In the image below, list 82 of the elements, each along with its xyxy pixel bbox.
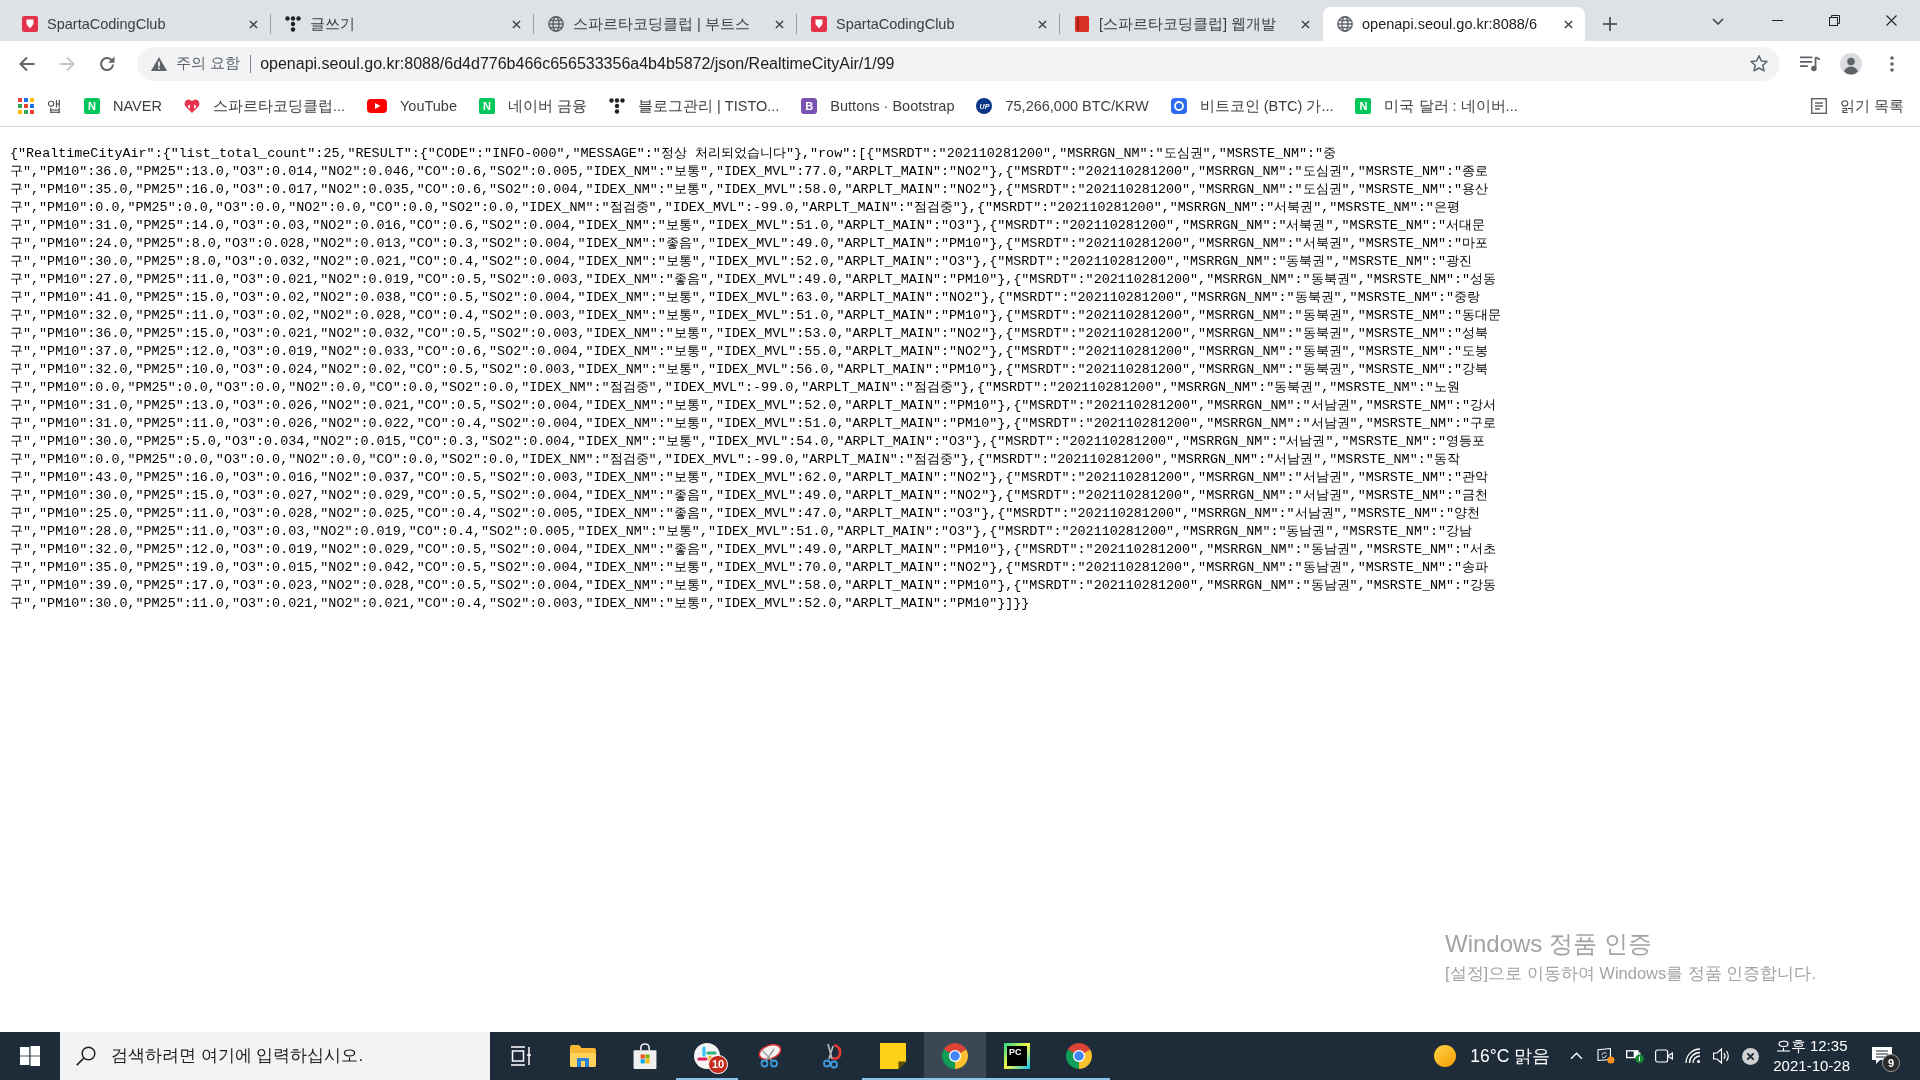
window-dot-icon bbox=[1596, 1048, 1615, 1064]
close-icon bbox=[1300, 19, 1310, 29]
bookmark-item[interactable]: 블로그관리 | TISTO... bbox=[601, 92, 788, 120]
bookmark-item[interactable]: 비트코인 (BTC) 가... bbox=[1162, 92, 1342, 120]
dots-icon bbox=[285, 16, 301, 32]
bookmark-item[interactable]: B Buttons · Bootstrap bbox=[793, 92, 963, 120]
more-icon bbox=[1890, 55, 1894, 72]
restore-icon bbox=[1829, 15, 1840, 26]
scissors-icon bbox=[756, 1043, 782, 1069]
browser-tab[interactable]: SpartaCodingClub bbox=[797, 7, 1059, 41]
globe-icon bbox=[548, 16, 564, 32]
unread-count-badge: 10 bbox=[708, 1055, 729, 1074]
close-icon bbox=[774, 19, 784, 29]
browser-tab[interactable]: 스파르타코딩클럽 | 부트스 bbox=[534, 7, 796, 41]
sun-icon bbox=[1434, 1045, 1457, 1067]
close-icon bbox=[1037, 19, 1047, 29]
notification-count-badge: 9 bbox=[1882, 1054, 1900, 1072]
notifications-button[interactable]: 9 bbox=[1858, 1032, 1906, 1080]
bookmark-item[interactable]: 앱 bbox=[10, 92, 70, 120]
book-icon bbox=[1074, 16, 1090, 32]
segmented-circle-icon bbox=[942, 1043, 968, 1069]
taskbar-app-button[interactable]: 10 bbox=[676, 1032, 738, 1080]
ring-tile-icon bbox=[1170, 98, 1187, 114]
segmented-circle-icon bbox=[1066, 1043, 1092, 1069]
reading-list-button[interactable]: 읽기 목록 bbox=[1802, 92, 1912, 120]
plus-icon bbox=[1603, 17, 1617, 31]
playlist-icon bbox=[1800, 55, 1820, 72]
letter-tile-icon: N bbox=[84, 98, 100, 114]
bookmark-item[interactable]: N 미국 달러 : 네이버... bbox=[1347, 92, 1526, 120]
bookmark-item[interactable]: 스파르타코딩클럽... bbox=[175, 92, 353, 120]
bookmark-item[interactable]: YouTube bbox=[359, 92, 465, 120]
activation-title: Windows 정품 인증 bbox=[1445, 929, 1652, 959]
browser-tab[interactable]: openapi.seoul.go.kr:8088/6 bbox=[1323, 7, 1585, 41]
letter-tile-icon: N bbox=[478, 98, 495, 114]
close-icon bbox=[1886, 15, 1897, 26]
folder-icon bbox=[570, 1043, 596, 1069]
sticky-note-icon bbox=[880, 1043, 906, 1069]
left-arrow-icon bbox=[19, 55, 35, 72]
dots-icon bbox=[609, 98, 625, 114]
battery-icon bbox=[1625, 1048, 1644, 1064]
reload-icon bbox=[99, 55, 115, 72]
browser-tab[interactable]: 글쓰기 bbox=[271, 7, 533, 41]
close-icon bbox=[1563, 19, 1573, 29]
x-circle-icon bbox=[1742, 1047, 1760, 1065]
shopping-bag-icon bbox=[632, 1043, 658, 1069]
search-field[interactable]: 검색하려면 여기에 입력하십시오. bbox=[60, 1032, 490, 1080]
heart-icon bbox=[183, 98, 200, 114]
minimize-icon bbox=[1772, 20, 1783, 21]
shield-tile-icon bbox=[22, 16, 38, 32]
weather-button[interactable]: 16°C 맑음 bbox=[1422, 1032, 1563, 1080]
globe-icon bbox=[1337, 16, 1353, 32]
avatar-icon bbox=[1840, 52, 1862, 75]
shield-tile-icon bbox=[811, 16, 827, 32]
letter-tile-icon: N bbox=[1355, 98, 1372, 114]
warning-icon bbox=[151, 56, 167, 71]
taskbar-app-button[interactable] bbox=[924, 1032, 986, 1080]
task-view-icon bbox=[510, 1046, 532, 1066]
four-squares-icon bbox=[20, 1046, 40, 1066]
activation-message: [설정]으로 이동하여 Windows를 정품 인증합니다. bbox=[1445, 963, 1817, 984]
letter-tile-icon: PC bbox=[1004, 1043, 1030, 1069]
letter-tile-icon: B bbox=[801, 98, 818, 114]
chevron-down-icon bbox=[1712, 17, 1724, 25]
address-bar[interactable]: 주의 요함 openapi.seoul.go.kr:8088/6d4d776b466c656533356a4b4b5872/json/RealtimeCityAir/1/99 bbox=[137, 46, 1780, 81]
video-camera-icon bbox=[1654, 1048, 1673, 1064]
play-icon bbox=[367, 99, 387, 113]
close-icon bbox=[511, 19, 521, 29]
list-icon bbox=[1810, 98, 1827, 114]
bookmark-item[interactable]: N NAVER bbox=[76, 92, 170, 120]
wifi-icon bbox=[1683, 1048, 1702, 1064]
speaker-icon bbox=[1712, 1048, 1731, 1064]
json-response-text: {"RealtimeCityAir":{"list_total_count":25,"RESULT":{"CODE":"INFO-000","MESSAGE":"정상 처리되었습니다"},"row":[{"MSRDT":"202110281200","MSRRGN_NM":"도심권","MSRSTE_NM":"중 구","PM10":36.0,"PM25":13.0,"O3":0.014,"NO2":0.046,"CO":0.6,"SO2":0.005,"IDEX_NM":"보통","IDEX_MVL":77.0,"ARPLT_MAIN":"NO2"},{"MSRDT":"202110281200","MSRRGN_NM":"도심권","MSRSTE_NM":"종로 구","PM10":35.0,"PM25":16.0,"O3":0.017,"NO2":0.035,"CO":0.6,"SO2":0.004,"IDEX_NM":"보통","IDEX_MVL":58.0,"ARPLT_MAIN":"NO2"},{"MSRDT":"202110281200","MSRRGN_NM":"도심권","MSRSTE_NM":"용산 구","PM10":0.0,"PM25":0.0,"O3":0.0,"NO2":0.0,"CO":0.0,"SO2":0.0,"IDEX_NM":"점검중","IDEX_MVL":-99.0,"ARPLT_MAIN":"점검중"},{"MSRDT":"202110281200","MSRRGN_NM":"서북권","MSRSTE_NM":"은평 구","PM10":31.0,"PM25":14.0,"O3":0.03,"NO2":0.016,"CO":0.6,"SO2":0.004,"IDEX_NM":"보통","IDEX_MVL":51.0,"ARPLT_MAIN":"O3"},{"MSRDT":"202110281200","MSRRGN_NM":"서북권","MSRSTE_NM":"서대문 구","PM10":24.0,"PM25":8.0,"O3":0.028,"NO2":0.013,"CO":0.3,"SO2":0.004,"IDEX_NM":"좋음","IDEX_MVL":49.0,"ARPLT_MAIN":"PM10"},{"MSRDT":"202110281200","MSRRGN_NM":"서북권","MSRSTE_NM":"마포 구","PM10":30.0,"PM25":8.0,"O3":0.032,"NO2":0.021,"CO":0.4,"SO2":0.004,"IDEX_NM":"보통","IDEX_MVL":52.0,"ARPLT_MAIN":"O3"},{"MSRDT":"202110281200","MSRRGN_NM":"동북권","MSRSTE_NM":"광진 구","PM10":27.0,"PM25":11.0,"O3":0.021,"NO2":0.019,"CO":0.5,"SO2":0.003,"IDEX_NM":"좋음","IDEX_MVL":49.0,"ARPLT_MAIN":"PM10"},{"MSRDT":"202110281200","MSRRGN_NM":"동북권","MSRSTE_NM":"성동 구","PM10":41.0,"PM25":15.0,"O3":0.02,"NO2":0.038,"CO":0.5,"SO2":0.004,"IDEX_NM":"보통","IDEX_MVL":63.0,"ARPLT_MAIN":"NO2"},{"MSRDT":"202110281200","MSRRGN_NM":"동북권","MSRSTE_NM":"중랑 구","PM10":32.0,"PM25":11.0,"O3":0.02,"NO2":0.028,"CO":0.4,"SO2":0.003,"IDEX_NM":"보통","IDEX_MVL":51.0,"ARPLT_MAIN":"PM10"},{"MSRDT":"202110281200","MSRRGN_NM":"동북권","MSRSTE_NM":"동대문 구","PM10":36.0,"PM25":15.0,"O3":0.021,"NO2":0.032,"CO":0.5,"SO2":0.003,"IDEX_NM":"보통","IDEX_MVL":53.0,"ARPLT_MAIN":"NO2"},{"MSRDT":"202110281200","MSRRGN_NM":"동북권","MSRSTE_NM":"성북 구","PM10":37.0,"PM25":12.0,"O3":0.019,"NO2":0.033,"CO":0.6,"SO2":0.004,"IDEX_NM":"보통","IDEX_MVL":55.0,"ARPLT_MAIN":"NO2"},{"MSRDT":"202110281200","MSRRGN_NM":"동북권","MSRSTE_NM":"도봉 구","PM10":32.0,"PM25":10.0,"O3":0.024,"NO2":0.02,"CO":0.5,"SO2":0.003,"IDEX_NM":"보통","IDEX_MVL":56.0,"ARPLT_MAIN":"PM10"},{"MSRDT":"202110281200","MSRRGN_NM":"동북권","MSRSTE_NM":"강북 구","PM10":0.0,"PM25":0.0,"O3":0.0,"NO2":0.0,"CO":0.0,"SO2":0.0,"IDEX_NM":"점검중","IDEX_MVL":-99.0,"ARPLT_MAIN":"점검중"},{"MSRDT":"202110281200","MSRRGN_NM":"동북권","MSRSTE_NM":"노원 구","PM10":31.0,"PM25":13.0,"O3":0.026,"NO2":0.021,"CO":0.5,"SO2":0.004,"IDEX_NM":"보통","IDEX_MVL":52.0,"ARPLT_MAIN":"PM10"},{"MSRDT":"202110281200","MSRRGN_NM":"서남권","MSRSTE_NM":"강서 구","PM10":31.0,"PM25":11.0,"O3":0.026,"NO2":0.022,"CO":0.4,"SO2":0.004,"IDEX_NM":"보통","IDEX_MVL":51.0,"ARPLT_MAIN":"PM10"},{"MSRDT":"202110281200","MSRRGN_NM":"서남권","MSRSTE_NM":"구로 구","PM10":30.0,"PM25":5.0,"O3":0.034,"NO2":0.015,"CO":0.3,"SO2":0.004,"IDEX_NM":"보통","IDEX_MVL":54.0,"ARPLT_MAIN":"O3"},{"MSRDT":"202110281200","MSRRGN_NM":"서남권","MSRSTE_NM":"영등포 구","PM10":0.0,"PM25":0.0,"O3":0.0,"NO2":0.0,"CO":0.0,"SO2":0.0,"IDEX_NM":"점검중","IDEX_MVL":-99.0,"ARPLT_MAIN":"점검중"},{"MSRDT":"202110281200","MSRRGN_NM":"서남권","MSRSTE_NM":"동작 구","PM10":43.0,"PM25":16.0,"O3":0.016,"NO2":0.037,"CO":0.5,"SO2":0.003,"IDEX_NM":"보통","IDEX_MVL":62.0,"ARPLT_MAIN":"NO2"},{"MSRDT":"202110281200","MSRRGN_NM":"서남권","MSRSTE_NM":"관악 구","PM10":30.0,"PM25":15.0,"O3":0.027,"NO2":0.029,"CO":0.5,"SO2":0.004,"IDEX_NM":"좋음","IDEX_MVL":49.0,"ARPLT_MAIN":"NO2"},{"MSRDT":"202110281200","MSRRGN_NM":"서남권","MSRSTE_NM":"금천 구","PM10":25.0,"PM25":11.0,"O3":0.028,"NO2":0.025,"CO":0.4,"SO2":0.005,"IDEX_NM":"좋음","IDEX_MVL":47.0,"ARPLT_MAIN":"O3"},{"MSRDT":"202110281200","MSRRGN_NM":"서남권","MSRSTE_NM":"양천 구","PM10":28.0,"PM25":11.0,"O3":0.03,"NO2":0.019,"CO":0.4,"SO2":0.005,"IDEX_NM":"보통","IDEX_MVL":51.0,"ARPLT_MAIN":"O3"},{"MSRDT":"202110281200","MSRRGN_NM":"동남권","MSRSTE_NM":"강남 구","PM10":32.0,"PM25":12.0,"O3":0.019,"NO2":0.029,"CO":0.5,"SO2":0.004,"IDEX_NM":"좋음","IDEX_MVL":49.0,"ARPLT_MAIN":"PM10"},{"MSRDT":"202110281200","MSRRGN_NM":"동남권","MSRSTE_NM":"서초 구","PM10":35.0,"PM25":19.0,"O3":0.015,"NO2":0.042,"CO":0.5,"SO2":0.004,"IDEX_NM":"보통","IDEX_MVL":70.0,"ARPLT_MAIN":"NO2"},{"MSRDT":"202110281200","MSRRGN_NM":"동남권","MSRSTE_NM":"송파 구","PM10":39.0,"PM25":17.0,"O3":0.023,"NO2":0.028,"CO":0.5,"SO2":0.004,"IDEX_NM":"보통","IDEX_MVL":58.0,"ARPLT_MAIN":"PM10"},{"MSRDT":"202110281200","MSRRGN_NM":"동남권","MSRSTE_NM":"강동 구","PM10":30.0,"PM25":11.0,"O3":0.021,"NO2":0.021,"CO":0.4,"SO2":0.003,"IDEX_NM":"보통","IDEX_MVL":52.0,"ARPLT_MAIN":"PM10"}]}} bbox=[10, 145, 1502, 613]
clock-button[interactable]: 오후 12:35 2021-10-28 bbox=[1765, 1032, 1858, 1080]
search-icon bbox=[76, 1046, 96, 1066]
browser-tab[interactable]: [스파르타코딩클럽] 웹개발 bbox=[1060, 7, 1322, 41]
chevron-up-icon bbox=[1570, 1052, 1584, 1060]
right-arrow-icon bbox=[59, 55, 75, 72]
bookmark-item[interactable]: N 네이버 금융 bbox=[470, 92, 595, 120]
close-icon bbox=[248, 19, 258, 29]
taskbar-app-button[interactable]: PC bbox=[986, 1032, 1048, 1080]
browser-tab[interactable]: SpartaCodingClub bbox=[8, 7, 270, 41]
site-info-button[interactable]: 주의 요함 bbox=[149, 50, 243, 77]
grid-icon bbox=[18, 98, 34, 114]
